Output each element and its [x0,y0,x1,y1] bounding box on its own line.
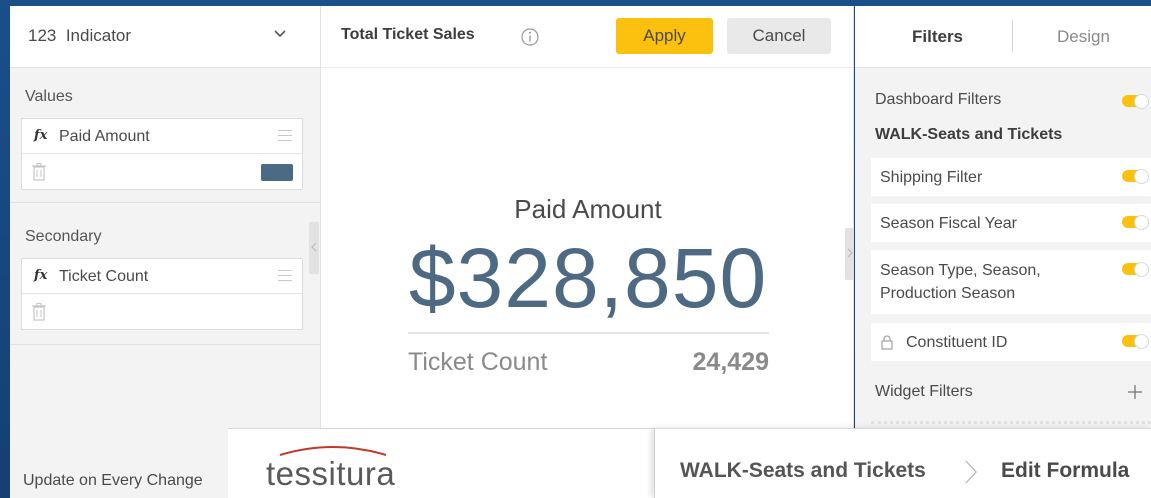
drag-handle-icon[interactable] [278,130,292,141]
secondary-field-actions [22,295,302,330]
secondary-field-row[interactable]: fx Ticket Count [22,259,302,294]
widget-filters-drop-zone [871,421,1151,424]
widget-title[interactable]: Total Ticket Sales [341,26,475,44]
update-on-change-label[interactable]: Update on Every Change [23,472,203,490]
widget-preview-panel: Total Ticket Sales Apply Cancel Paid Amo… [320,6,854,498]
tab-design[interactable]: Design [1057,27,1110,47]
section-divider [10,202,320,203]
secondary-field-name[interactable]: Ticket Count [59,268,148,286]
trash-icon[interactable] [32,163,46,181]
secondary-section-label: Secondary [25,228,102,245]
indicator-primary-label: Paid Amount [514,194,662,224]
filter-item[interactable]: Shipping Filter [871,158,1151,196]
plus-icon[interactable] [1127,384,1143,400]
indicator-secondary-value: 24,429 [692,348,769,376]
section-divider [10,344,320,345]
tessitura-logo: tessitura [228,428,656,498]
widget-type-icon: 123 [28,26,57,45]
color-swatch[interactable] [261,164,293,181]
indicator-divider [408,332,769,334]
collapse-left-panel-button[interactable] [309,222,319,274]
breadcrumb: WALK-Seats and Tickets Edit Formula [654,428,1151,498]
collapse-arrow-icon [311,242,317,252]
filter-toggle[interactable] [1122,169,1149,184]
tab-filters[interactable]: Filters [912,27,963,47]
values-field-actions [22,155,302,190]
widget-header: Total Ticket Sales Apply Cancel [321,6,853,68]
drag-handle-icon[interactable] [278,270,292,281]
widget-type-selector[interactable]: 123 Indicator [10,6,320,68]
indicator-secondary-label: Ticket Count [408,348,548,376]
indicator-primary-value: $328,850 [408,231,768,325]
tab-separator [1012,20,1013,52]
breadcrumb-item-datasource[interactable]: WALK-Seats and Tickets [680,459,926,483]
filter-toggle[interactable] [1122,334,1149,349]
filter-item[interactable]: Season Type, Season, Production Season [871,250,1151,314]
values-field-box: fx Paid Amount [21,118,303,190]
filter-label: Shipping Filter [880,169,983,186]
values-field-row[interactable]: fx Paid Amount [22,119,302,154]
fx-icon[interactable]: fx [34,128,47,143]
values-field-name[interactable]: Paid Amount [59,128,150,146]
trash-icon[interactable] [32,303,46,321]
lock-icon [881,335,893,350]
filters-panel: Filters Design Dashboard Filters WALK-Se… [855,6,1151,498]
widget-config-panel: 123 Indicator Values fx Paid Amount Seco… [10,6,320,498]
cancel-button[interactable]: Cancel [727,18,831,54]
widget-type-label: 123 Indicator [28,26,132,45]
fx-icon[interactable]: fx [34,268,47,283]
logo-text: tessitura [266,455,396,492]
filter-toggle[interactable] [1122,262,1149,277]
filter-label: Constituent ID [906,334,1008,351]
info-icon[interactable] [521,28,539,46]
datasource-label: WALK-Seats and Tickets [875,126,1063,143]
filter-toggle[interactable] [1122,215,1149,230]
filter-label: Season Type, Season, Production Season [880,262,1041,302]
filter-item[interactable]: Season Fiscal Year [871,204,1151,242]
collapse-right-panel-button[interactable] [845,228,854,280]
dashboard-filters-toggle[interactable] [1122,94,1149,109]
secondary-field-box: fx Ticket Count [21,258,303,330]
breadcrumb-item-current: Edit Formula [1001,459,1130,482]
filter-label: Season Fiscal Year [880,215,1017,232]
values-section-label: Values [25,88,73,105]
chevron-right-icon [965,460,977,484]
panel-tabs: Filters Design [855,6,1151,68]
widget-filters-label: Widget Filters [875,383,973,400]
dashboard-filters-label: Dashboard Filters [875,91,1002,108]
collapse-arrow-icon [847,248,853,258]
chevron-down-icon[interactable] [272,28,288,40]
filter-item[interactable]: Constituent ID [871,323,1151,361]
apply-button[interactable]: Apply [616,18,713,54]
